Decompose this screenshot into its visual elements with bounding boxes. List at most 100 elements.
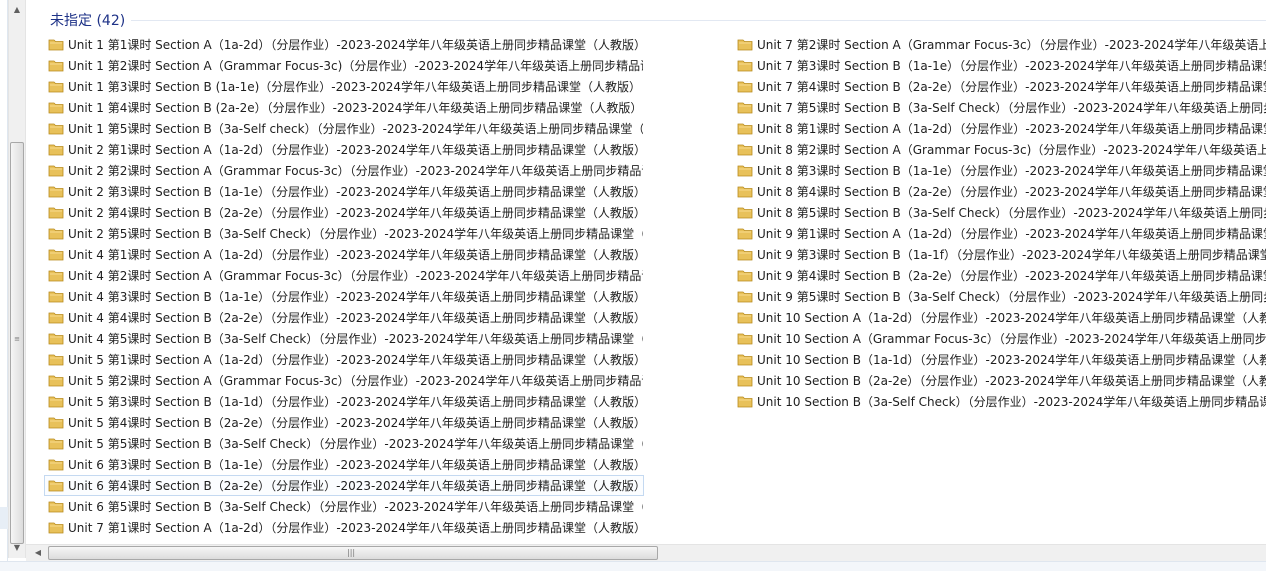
- file-item[interactable]: Unit 2 第1课时 Section A（1a-2d）（分层作业）-2023-…: [44, 139, 644, 160]
- scroll-left-arrow-icon[interactable]: ◀: [30, 545, 46, 561]
- folder-icon: [48, 185, 64, 198]
- folder-icon: [737, 59, 753, 72]
- file-item[interactable]: Unit 1 第1课时 Section A（1a-2d）（分层作业）-2023-…: [44, 34, 644, 55]
- file-item[interactable]: Unit 1 第5课时 Section B（3a-Self check）（分层作…: [44, 118, 644, 139]
- file-item[interactable]: Unit 8 第2课时 Section A（Grammar Focus-3c)（…: [733, 139, 1266, 160]
- file-item-label: Unit 5 第2课时 Section A（Grammar Focus-3c）（…: [68, 374, 643, 388]
- file-item[interactable]: Unit 5 第4课时 Section B（2a-2e）（分层作业）-2023-…: [44, 412, 644, 433]
- grip-icon: ≡: [14, 335, 20, 343]
- folder-icon: [48, 521, 64, 534]
- file-item[interactable]: Unit 2 第4课时 Section B（2a-2e）（分层作业）-2023-…: [44, 202, 644, 223]
- folder-icon: [737, 143, 753, 156]
- file-item[interactable]: Unit 2 第3课时 Section B（1a-1e）（分层作业）-2023-…: [44, 181, 644, 202]
- file-item-label: Unit 4 第1课时 Section A（1a-2d）（分层作业）-2023-…: [68, 248, 643, 262]
- file-item[interactable]: Unit 4 第2课时 Section A（Grammar Focus-3c）（…: [44, 265, 644, 286]
- folder-icon: [48, 269, 64, 282]
- file-item-label: Unit 2 第2课时 Section A（Grammar Focus-3c）（…: [68, 164, 643, 178]
- file-item[interactable]: Unit 6 第3课时 Section B（1a-1e）（分层作业）-2023-…: [44, 454, 644, 475]
- group-title: 未指定 (42): [50, 13, 126, 29]
- file-item-label: Unit 5 第5课时 Section B（3a-Self Check）（分层作…: [68, 437, 643, 451]
- grip-icon: |||: [347, 548, 356, 557]
- group-header[interactable]: 未指定 (42): [50, 10, 1266, 30]
- file-item[interactable]: Unit 7 第3课时 Section B（1a-1e）（分层作业）-2023-…: [733, 55, 1266, 76]
- file-item-label: Unit 1 第2课时 Section A（Grammar Focus-3c)（…: [68, 59, 643, 73]
- scroll-up-arrow-icon[interactable]: ▲: [9, 2, 25, 18]
- file-item[interactable]: Unit 1 第3课时 Section B (1a-1e)（分层作业）-2023…: [44, 76, 644, 97]
- file-item-label: Unit 9 第3课时 Section B（1a-1f）（分层作业）-2023-…: [757, 248, 1266, 262]
- file-item[interactable]: Unit 10 Section A（1a-2d）（分层作业）-2023-2024…: [733, 307, 1266, 328]
- file-item-label: Unit 10 Section B（1a-1d）（分层作业）-2023-2024…: [757, 353, 1266, 367]
- file-item-label: Unit 8 第1课时 Section A（1a-2d）（分层作业）-2023-…: [757, 122, 1266, 136]
- file-item[interactable]: Unit 10 Section B（1a-1d）（分层作业）-2023-2024…: [733, 349, 1266, 370]
- file-item-label: Unit 4 第2课时 Section A（Grammar Focus-3c）（…: [68, 269, 643, 283]
- file-item[interactable]: Unit 9 第3课时 Section B（1a-1f）（分层作业）-2023-…: [733, 244, 1266, 265]
- file-item-label: Unit 2 第5课时 Section B（3a-Self Check）（分层作…: [68, 227, 643, 241]
- file-item[interactable]: Unit 10 Section B（2a-2e）（分层作业）-2023-2024…: [733, 370, 1266, 391]
- file-item-label: Unit 5 第4课时 Section B（2a-2e）（分层作业）-2023-…: [68, 416, 643, 430]
- folder-icon: [737, 395, 753, 408]
- file-item[interactable]: Unit 8 第4课时 Section B（2a-2e）（分层作业）-2023-…: [733, 181, 1266, 202]
- folder-icon: [48, 248, 64, 261]
- folder-icon: [48, 101, 64, 114]
- file-item-label: Unit 7 第2课时 Section A（Grammar Focus-3c）（…: [757, 38, 1266, 52]
- folder-icon: [48, 437, 64, 450]
- folder-icon: [737, 80, 753, 93]
- file-item-label: Unit 10 Section A（Grammar Focus-3c）（分层作业…: [757, 332, 1266, 346]
- vertical-scroll-thumb[interactable]: ≡: [10, 142, 24, 544]
- file-item-label: Unit 4 第3课时 Section B（1a-1e）（分层作业）-2023-…: [68, 290, 643, 304]
- folder-icon: [48, 332, 64, 345]
- folder-icon: [737, 185, 753, 198]
- folder-icon: [48, 38, 64, 51]
- file-item[interactable]: Unit 1 第4课时 Section B (2a-2e）（分层作业）-2023…: [44, 97, 644, 118]
- file-item[interactable]: Unit 10 Section A（Grammar Focus-3c）（分层作业…: [733, 328, 1266, 349]
- file-item[interactable]: Unit 7 第1课时 Section A（1a-2d）（分层作业）-2023-…: [44, 517, 644, 538]
- file-item-label: Unit 7 第4课时 Section B（2a-2e）（分层作业）-2023-…: [757, 80, 1266, 94]
- file-item[interactable]: Unit 7 第4课时 Section B（2a-2e）（分层作业）-2023-…: [733, 76, 1266, 97]
- folder-icon: [48, 500, 64, 513]
- folder-icon: [737, 311, 753, 324]
- file-item-label: Unit 2 第1课时 Section A（1a-2d）（分层作业）-2023-…: [68, 143, 643, 157]
- file-item[interactable]: Unit 8 第3课时 Section B（1a-1e）（分层作业）-2023-…: [733, 160, 1266, 181]
- folder-icon: [737, 248, 753, 261]
- file-item[interactable]: Unit 4 第4课时 Section B（2a-2e）（分层作业）-2023-…: [44, 307, 644, 328]
- vertical-scrollbar[interactable]: ▲ ≡ ▼: [8, 0, 26, 558]
- file-item[interactable]: Unit 4 第1课时 Section A（1a-2d）（分层作业）-2023-…: [44, 244, 644, 265]
- folder-icon: [48, 59, 64, 72]
- file-item[interactable]: Unit 9 第5课时 Section B（3a-Self Check）（分层作…: [733, 286, 1266, 307]
- folder-icon: [48, 143, 64, 156]
- file-item-label: Unit 7 第1课时 Section A（1a-2d）（分层作业）-2023-…: [68, 521, 643, 535]
- file-item-label: Unit 1 第1课时 Section A（1a-2d）（分层作业）-2023-…: [68, 38, 643, 52]
- file-item[interactable]: Unit 8 第5课时 Section B（3a-Self Check）（分层作…: [733, 202, 1266, 223]
- file-item[interactable]: Unit 9 第4课时 Section B（2a-2e）（分层作业）-2023-…: [733, 265, 1266, 286]
- horizontal-scrollbar[interactable]: ◀ |||: [26, 544, 1266, 561]
- horizontal-scroll-thumb[interactable]: |||: [48, 546, 658, 560]
- file-item-label: Unit 2 第4课时 Section B（2a-2e）（分层作业）-2023-…: [68, 206, 643, 220]
- file-item[interactable]: Unit 6 第4课时 Section B（2a-2e）（分层作业）-2023-…: [44, 475, 644, 496]
- file-item[interactable]: Unit 8 第1课时 Section A（1a-2d）（分层作业）-2023-…: [733, 118, 1266, 139]
- file-item-label: Unit 10 Section A（1a-2d）（分层作业）-2023-2024…: [757, 311, 1266, 325]
- file-item[interactable]: Unit 2 第5课时 Section B（3a-Self Check）（分层作…: [44, 223, 644, 244]
- file-item[interactable]: Unit 10 Section B（3a-Self Check）（分层作业）-2…: [733, 391, 1266, 412]
- file-item[interactable]: Unit 2 第2课时 Section A（Grammar Focus-3c）（…: [44, 160, 644, 181]
- file-item[interactable]: Unit 4 第5课时 Section B（3a-Self Check）（分层作…: [44, 328, 644, 349]
- folder-icon: [48, 311, 64, 324]
- scroll-down-arrow-icon[interactable]: ▼: [9, 540, 25, 556]
- folder-icon: [737, 101, 753, 114]
- file-item[interactable]: Unit 7 第5课时 Section B（3a-Self Check）（分层作…: [733, 97, 1266, 118]
- file-item[interactable]: Unit 6 第5课时 Section B（3a-Self Check）（分层作…: [44, 496, 644, 517]
- file-item[interactable]: Unit 5 第5课时 Section B（3a-Self Check）（分层作…: [44, 433, 644, 454]
- file-item[interactable]: Unit 9 第1课时 Section A（1a-2d）（分层作业）-2023-…: [733, 223, 1266, 244]
- file-item[interactable]: Unit 5 第1课时 Section A（1a-2d）（分层作业）-2023-…: [44, 349, 644, 370]
- file-item[interactable]: Unit 5 第3课时 Section B（1a-1d）（分层作业）-2023-…: [44, 391, 644, 412]
- file-item[interactable]: Unit 5 第2课时 Section A（Grammar Focus-3c）（…: [44, 370, 644, 391]
- file-item[interactable]: Unit 1 第2课时 Section A（Grammar Focus-3c)（…: [44, 55, 644, 76]
- file-item-label: Unit 5 第1课时 Section A（1a-2d）（分层作业）-2023-…: [68, 353, 643, 367]
- file-item-label: Unit 6 第4课时 Section B（2a-2e）（分层作业）-2023-…: [68, 479, 643, 493]
- folder-icon: [737, 206, 753, 219]
- file-item[interactable]: Unit 7 第2课时 Section A（Grammar Focus-3c）（…: [733, 34, 1266, 55]
- folder-icon: [737, 269, 753, 282]
- folder-icon: [737, 374, 753, 387]
- file-item-label: Unit 1 第4课时 Section B (2a-2e）（分层作业）-2023…: [68, 101, 643, 115]
- file-item[interactable]: Unit 4 第3课时 Section B（1a-1e）（分层作业）-2023-…: [44, 286, 644, 307]
- folder-icon: [737, 290, 753, 303]
